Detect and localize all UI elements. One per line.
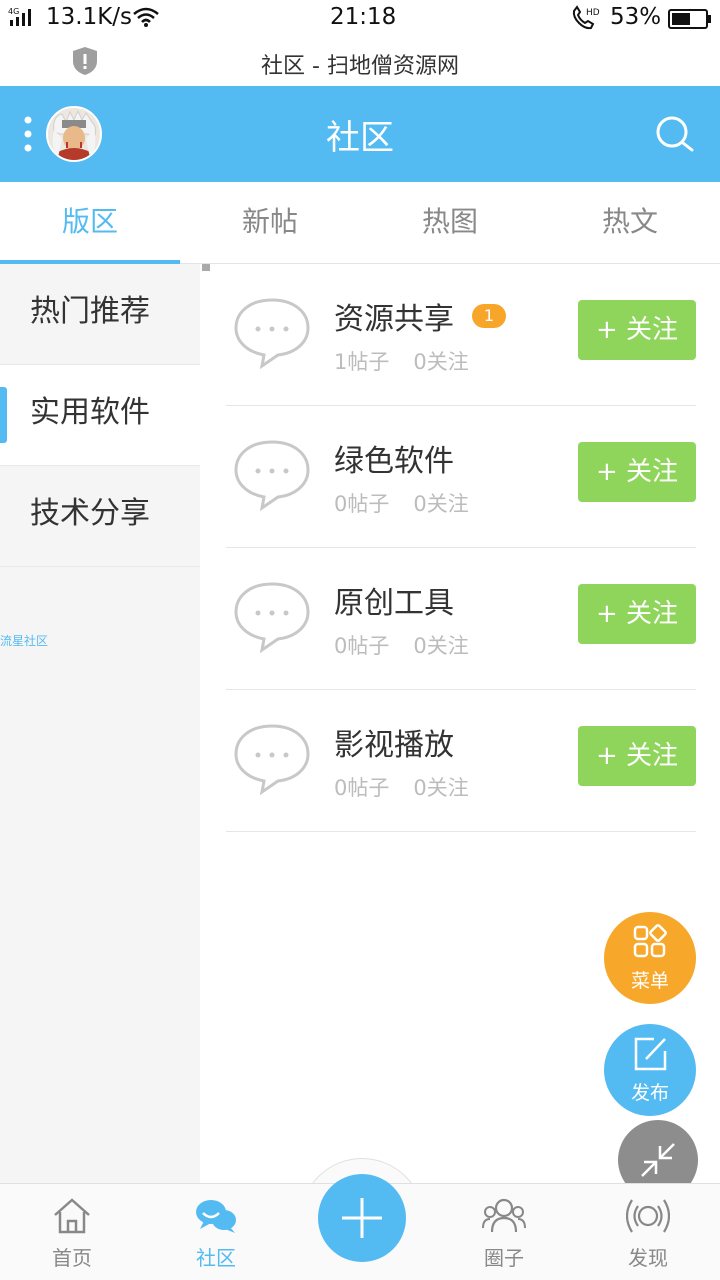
nav-home-label: 首页 <box>52 1246 92 1270</box>
signal-icon: 4G <box>8 7 31 26</box>
follow-count: 0关注 <box>413 634 469 658</box>
follow-count: 0关注 <box>413 492 469 516</box>
nav-circles-label: 圈子 <box>484 1246 524 1270</box>
forum-stats: 0帖子 0关注 <box>334 630 469 660</box>
status-bar: 4G 13.1K/s 21:18 HD 53% <box>0 0 720 38</box>
post-fab-button[interactable]: 发布 <box>604 1024 696 1116</box>
forum-stats: 0帖子 0关注 <box>334 772 469 802</box>
follow-count: 0关注 <box>413 350 469 374</box>
nav-circles[interactable]: 圈子 <box>454 1184 554 1280</box>
header-title: 社区 <box>326 118 394 158</box>
chat-bubble-icon <box>234 724 310 796</box>
nav-discover-label: 发现 <box>628 1246 668 1270</box>
post-count: 0帖子 <box>334 776 390 800</box>
tab-new-posts[interactable]: 新帖 <box>180 182 360 263</box>
nav-community-label: 社区 <box>196 1246 236 1270</box>
tab-hot-images[interactable]: 热图 <box>360 182 540 263</box>
category-sidebar: 热门推荐 实用软件 技术分享 流星社区 <box>0 264 200 1184</box>
follow-count: 0关注 <box>413 776 469 800</box>
nav-home[interactable]: 首页 <box>22 1184 122 1280</box>
menu-fab-label: 菜单 <box>630 970 669 992</box>
forum-stats: 1帖子 0关注 <box>334 346 469 376</box>
clock: 21:18 <box>330 4 397 30</box>
network-type: 4G <box>8 7 19 16</box>
tab-sections[interactable]: 版区 <box>0 182 180 264</box>
chat-bubble-icon <box>234 582 310 654</box>
follow-button[interactable]: + 关注 <box>578 726 696 786</box>
list-item[interactable]: 资源共享 1 1帖子 0关注 + 关注 <box>226 264 696 406</box>
list-item[interactable]: 影视播放 0帖子 0关注 + 关注 <box>226 690 696 832</box>
forum-name[interactable]: 资源共享 <box>334 294 454 338</box>
sidebar-item-tech-share[interactable]: 技术分享 <box>0 466 200 567</box>
forum-name[interactable]: 原创工具 <box>334 578 454 622</box>
forum-name[interactable]: 影视播放 <box>334 720 454 764</box>
network-speed: 13.1K/s <box>46 4 133 30</box>
hd-label: HD <box>586 8 600 18</box>
tab-bar: 版区 新帖 热图 热文 <box>0 182 720 264</box>
post-fab-label: 发布 <box>630 1082 669 1104</box>
people-icon <box>482 1198 526 1233</box>
follow-button[interactable]: + 关注 <box>578 442 696 502</box>
app-header: 社区 <box>0 86 720 182</box>
forum-stats: 0帖子 0关注 <box>334 488 469 518</box>
sidebar-footer-link[interactable]: 流星社区 <box>0 632 48 649</box>
collapse-arrows-icon <box>641 1143 675 1177</box>
forum-name[interactable]: 绿色软件 <box>334 436 454 480</box>
battery-icon <box>668 9 711 29</box>
center-add-button[interactable] <box>318 1174 406 1262</box>
plus-icon <box>342 1198 382 1238</box>
menu-fab-button[interactable]: 菜单 <box>604 912 696 1004</box>
post-count: 0帖子 <box>334 634 390 658</box>
sidebar-item-hot-recommend[interactable]: 热门推荐 <box>0 264 200 365</box>
tab-hot-articles[interactable]: 热文 <box>540 182 720 263</box>
post-count: 1帖子 <box>334 350 390 374</box>
follow-button[interactable]: + 关注 <box>578 300 696 360</box>
edit-icon <box>634 1037 667 1071</box>
nav-discover[interactable]: 发现 <box>598 1184 698 1280</box>
wifi-icon <box>133 7 159 27</box>
battery-percent: 53% <box>610 4 662 30</box>
list-item[interactable]: 原创工具 0帖子 0关注 + 关注 <box>226 548 696 690</box>
sidebar-item-software[interactable]: 实用软件 <box>0 365 200 466</box>
page-title: 社区 - 扫地僧资源网 <box>261 54 459 79</box>
post-count: 0帖子 <box>334 492 390 516</box>
home-icon <box>54 1198 90 1234</box>
search-icon[interactable] <box>654 114 696 156</box>
nav-community[interactable]: 社区 <box>166 1184 266 1280</box>
chat-bubbles-icon <box>196 1200 236 1233</box>
forum-list: 资源共享 1 1帖子 0关注 + 关注 绿色软件 0帖子 0关注 + 关注 原创工具… <box>226 264 696 832</box>
chat-bubble-icon <box>234 298 310 370</box>
hd-call-icon: HD <box>572 5 600 30</box>
unread-badge: 1 <box>472 304 506 328</box>
browser-title-bar: 社区 - 扫地僧资源网 <box>0 38 720 86</box>
follow-button[interactable]: + 关注 <box>578 584 696 644</box>
grid-icon <box>633 924 667 958</box>
scrollbar[interactable] <box>202 264 210 271</box>
list-item[interactable]: 绿色软件 0帖子 0关注 + 关注 <box>226 406 696 548</box>
chat-bubble-icon <box>234 440 310 512</box>
broadcast-icon <box>626 1199 670 1233</box>
